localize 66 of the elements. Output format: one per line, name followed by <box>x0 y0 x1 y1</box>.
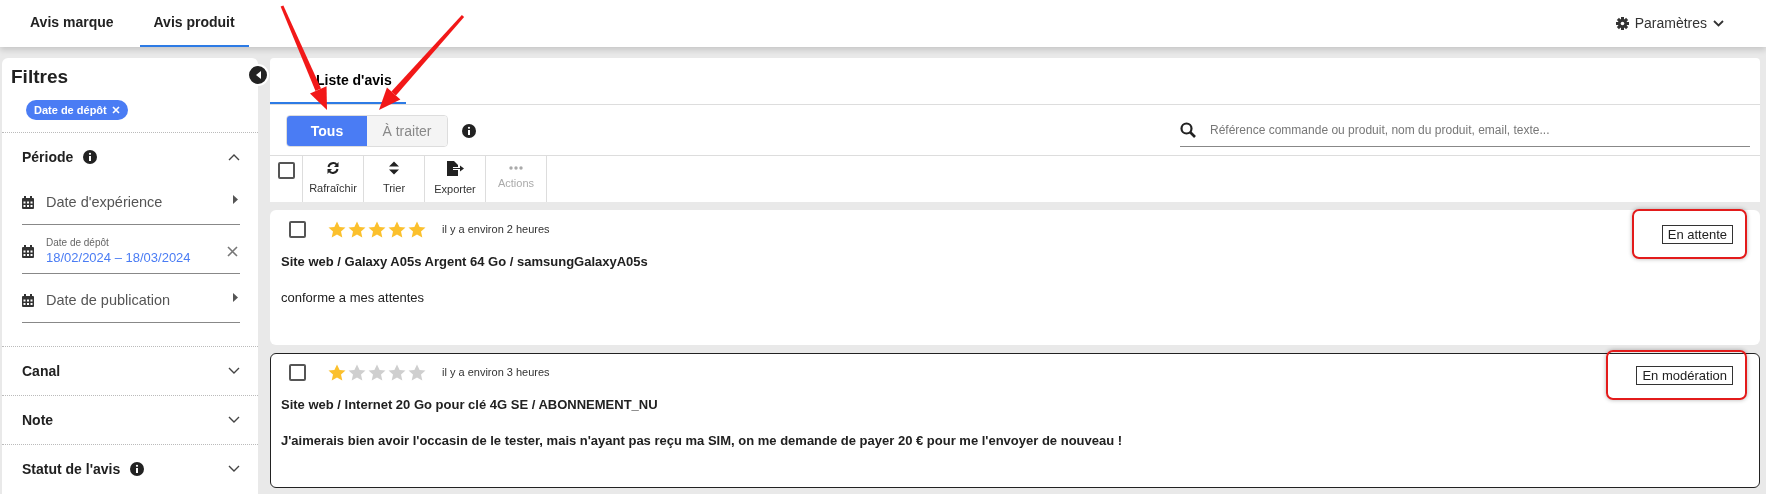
calendar-icon <box>22 245 34 259</box>
chevron-up-icon[interactable] <box>228 153 240 162</box>
nav-tab[interactable]: Avis produit <box>139 0 249 47</box>
filter-toggle[interactable]: Tous <box>287 116 367 146</box>
date-field[interactable]: Date de dépôt 18/02/2024 – 18/03/2024 <box>22 230 240 275</box>
export-icon <box>446 160 464 176</box>
star-icon <box>328 221 346 238</box>
chevron-down-icon[interactable] <box>228 367 240 376</box>
review-text: conforme a mes attentes <box>281 288 426 307</box>
section-title: Canal <box>22 361 61 381</box>
star-icon <box>368 221 386 238</box>
refresh-icon <box>326 161 340 176</box>
settings-icon <box>1615 17 1629 30</box>
review-card[interactable]: il y a environ 2 heures Site web / Galaxy A05s Argent 64 Go / samsungGalaxyA05s conforme a mes attentes En attente <box>270 210 1760 345</box>
caret-right-icon[interactable] <box>233 195 238 205</box>
star-icon <box>388 221 406 238</box>
review-text: J'aimerais bien avoir l'occasin de le tester, mais n'ayant pas reçu ma SIM, on me demande de payer 20 € pour me l'envoyer de nouveau ! <box>281 431 1124 450</box>
field-label: Date d'expérience <box>46 192 163 212</box>
field-value: 18/02/2024 – 18/03/2024 <box>46 250 191 266</box>
settings-menu[interactable]: Paramètres <box>1609 0 1730 47</box>
toolbar-button[interactable]: Trier <box>364 156 425 202</box>
search-icon <box>1180 121 1196 138</box>
toolbar-button[interactable]: Exporter <box>425 156 486 202</box>
date-field[interactable]: Date de publication <box>22 279 240 324</box>
star-icon <box>348 364 366 381</box>
review-checkbox[interactable] <box>289 221 306 238</box>
date-field[interactable]: Date d'expérience <box>22 181 240 226</box>
review-checkbox[interactable] <box>289 364 306 381</box>
info-icon <box>83 150 98 165</box>
select-all-checkbox[interactable] <box>277 162 295 179</box>
chevron-down-icon[interactable] <box>228 416 240 425</box>
review-title: Site web / Internet 20 Go pour clé 4G SE / ABONNEMENT_NU <box>281 396 659 414</box>
star-icon <box>388 364 406 381</box>
search-field[interactable]: Référence commande ou produit, nom du produit, email, texte... <box>1208 119 1750 140</box>
review-time: il y a environ 2 heures <box>442 222 550 238</box>
status-badge: En attente <box>1661 225 1733 244</box>
more-icon <box>509 166 523 171</box>
caret-left-icon <box>255 71 261 79</box>
sort-icon <box>389 161 399 176</box>
caret-right-icon[interactable] <box>233 293 238 303</box>
star-icon <box>328 364 346 381</box>
chevron-down-icon <box>1713 20 1724 27</box>
star-icon <box>408 364 426 381</box>
calendar-icon <box>22 196 34 210</box>
star-icon <box>348 221 366 238</box>
field-label: Date de publication <box>46 290 171 310</box>
toolbar-button[interactable]: Rafraîchir <box>303 156 364 202</box>
review-time: il y a environ 3 heures <box>442 365 550 381</box>
sidebar-title: Filtres <box>11 66 70 89</box>
collapse-button[interactable] <box>247 64 269 86</box>
status-badge: En modération <box>1636 366 1733 385</box>
info-icon <box>130 462 145 477</box>
nav-tab[interactable]: Avis marque <box>16 0 128 47</box>
chevron-down-icon[interactable] <box>228 465 240 474</box>
section-title: Statut de l'avis <box>22 459 121 479</box>
review-card[interactable] <box>270 353 1760 488</box>
filter-chip[interactable]: Date de dépôt <box>26 99 128 121</box>
review-title: Site web / Galaxy A05s Argent 64 Go / samsungGalaxyA05s <box>281 253 649 271</box>
close-icon[interactable] <box>227 246 238 258</box>
section-title: Note <box>22 410 54 430</box>
calendar-icon <box>22 294 34 308</box>
star-icon <box>408 221 426 238</box>
info-icon <box>462 124 476 138</box>
star-icon <box>368 364 386 381</box>
section-title: Période <box>22 147 74 167</box>
field-label: Date de dépôt <box>46 236 110 250</box>
